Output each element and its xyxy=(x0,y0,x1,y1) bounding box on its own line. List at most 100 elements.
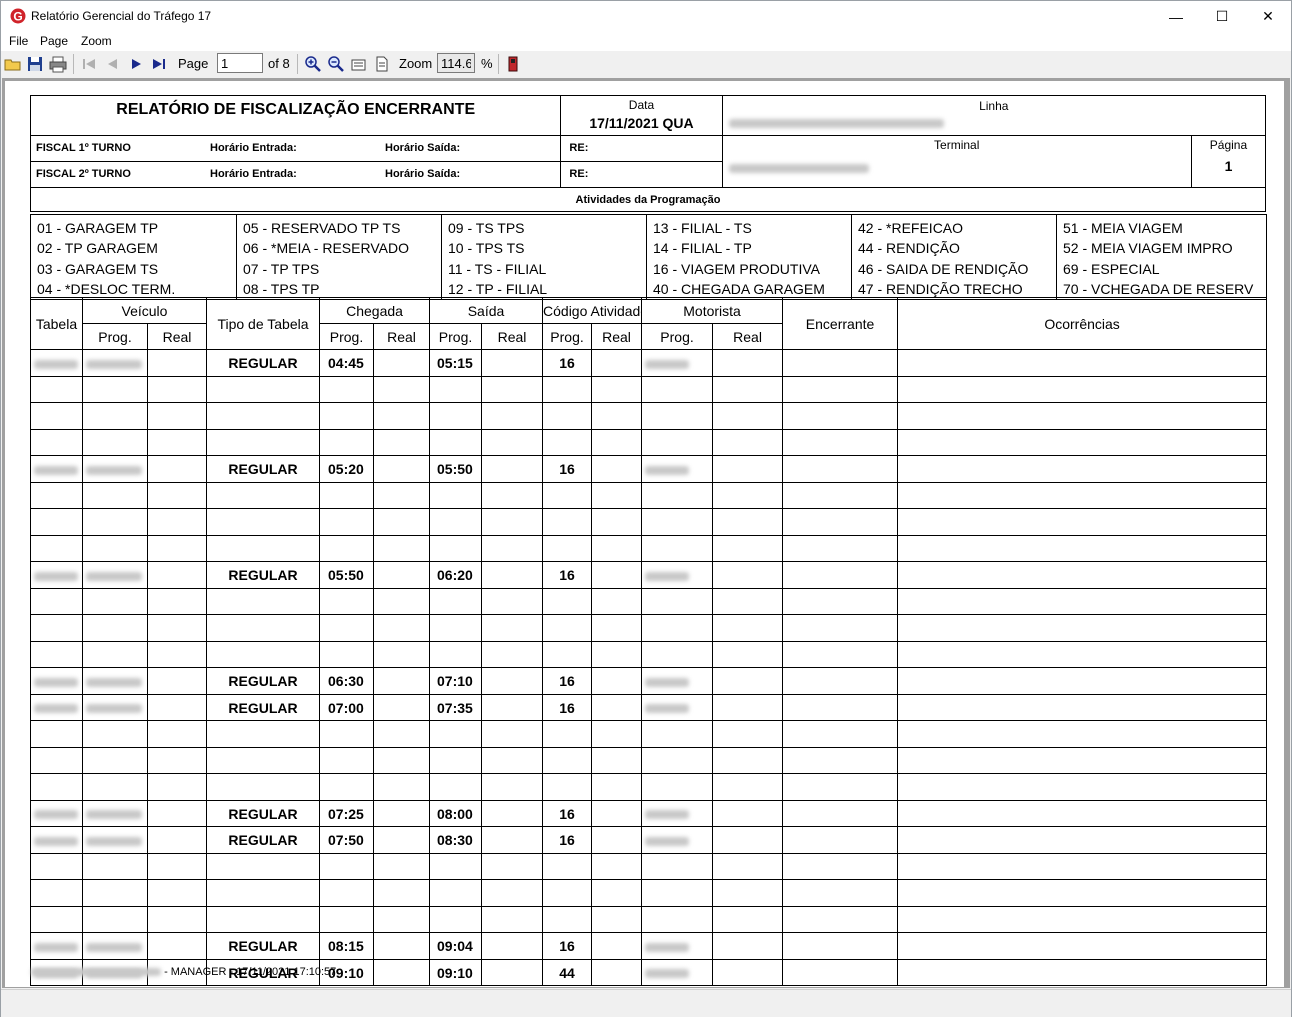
codigo-real-cell xyxy=(591,694,643,721)
motorista-real-cell xyxy=(712,667,784,695)
save-icon[interactable] xyxy=(26,55,44,73)
codigo-prog-cell xyxy=(542,906,593,933)
tabela-cell xyxy=(30,376,83,403)
activity-item: 07 - TP TPS xyxy=(243,260,320,277)
zoom-in-icon[interactable] xyxy=(304,55,322,73)
chegada-real-cell xyxy=(372,349,431,377)
encerrante-cell xyxy=(782,826,899,854)
tabela-cell xyxy=(30,906,83,933)
menu-page[interactable]: Page xyxy=(40,34,68,48)
activities-col-6: 51 - MEIA VIAGEM 52 - MEIA VIAGEM IMPRO … xyxy=(1056,213,1267,301)
chegada-prog-cell xyxy=(319,720,374,748)
pagina-value: 1 xyxy=(1224,158,1233,174)
encerrante-cell xyxy=(782,482,899,509)
codigo-real-cell xyxy=(591,826,643,854)
saida-prog-cell xyxy=(429,614,483,642)
tabela-cell xyxy=(30,720,83,748)
saida-prog-cell xyxy=(429,429,483,456)
saida-real-cell xyxy=(481,376,544,403)
ocorrencias-cell xyxy=(897,720,1268,748)
fit-width-icon[interactable] xyxy=(350,55,368,73)
saida-prog-cell xyxy=(429,535,483,562)
veiculo-prog-cell xyxy=(82,402,148,430)
menu-zoom[interactable]: Zoom xyxy=(81,34,112,48)
chegada-real-cell xyxy=(372,932,431,960)
ocorrencias-cell xyxy=(897,694,1268,721)
chegada-prog-cell: 05:50 xyxy=(319,561,374,589)
zoom-out-icon[interactable] xyxy=(327,55,345,73)
chegada-prog-cell: 05:20 xyxy=(319,455,374,483)
saida-prog-cell xyxy=(429,588,483,615)
fiscal-2-re: RE: xyxy=(560,161,723,188)
minimize-button[interactable]: — xyxy=(1153,1,1199,32)
print-icon[interactable] xyxy=(49,55,67,73)
veiculo-prog-cell xyxy=(82,614,148,642)
fiscal-1-label: FISCAL 1º TURNO xyxy=(36,142,131,154)
redacted-value xyxy=(86,836,142,846)
ocorrencias-cell xyxy=(897,561,1268,589)
motorista-prog-cell xyxy=(641,959,714,986)
codigo-prog-cell: 44 xyxy=(542,959,593,986)
codigo-prog-cell xyxy=(542,720,593,748)
tabela-cell xyxy=(30,588,83,615)
tipo-tabela-cell xyxy=(206,641,320,668)
linha-label: Linha xyxy=(979,99,1009,113)
veiculo-real-cell xyxy=(147,906,207,933)
activity-item: 09 - TS TPS xyxy=(448,220,525,236)
chegada-real-cell xyxy=(372,720,431,748)
veiculo-prog-cell xyxy=(82,879,148,907)
motorista-prog-cell xyxy=(641,482,714,509)
col-veiculo: Veículo xyxy=(82,297,207,324)
codigo-prog-cell: 16 xyxy=(542,826,593,854)
previous-page-icon[interactable] xyxy=(103,55,121,73)
activity-item: 05 - RESERVADO TP TS xyxy=(243,220,401,236)
tipo-tabela-cell: REGULAR xyxy=(206,932,320,960)
toolbar-separator xyxy=(73,54,74,74)
chegada-real-cell xyxy=(372,773,431,801)
saida-prog-cell: 05:15 xyxy=(429,349,483,377)
first-page-icon[interactable] xyxy=(80,55,98,73)
zoom-input[interactable] xyxy=(437,53,475,73)
saida-prog-cell xyxy=(429,508,483,536)
saida-prog-cell xyxy=(429,402,483,430)
motorista-real-cell xyxy=(712,906,784,933)
motorista-real-cell xyxy=(712,349,784,377)
exit-door-icon[interactable] xyxy=(504,55,522,73)
table-row xyxy=(30,906,1268,933)
motorista-prog-cell xyxy=(641,800,714,827)
codigo-real-cell xyxy=(591,800,643,827)
next-page-icon[interactable] xyxy=(127,55,145,73)
saida-prog-cell: 06:20 xyxy=(429,561,483,589)
ocorrencias-cell xyxy=(897,614,1268,642)
saida-real-cell xyxy=(481,641,544,668)
motorista-real-cell xyxy=(712,879,784,907)
open-folder-icon[interactable] xyxy=(4,55,22,73)
redacted-value xyxy=(86,677,142,687)
chegada-prog-cell: 08:15 xyxy=(319,932,374,960)
close-button[interactable]: ✕ xyxy=(1245,1,1291,32)
page-number-input[interactable] xyxy=(217,53,263,73)
maximize-button[interactable]: ☐ xyxy=(1199,1,1245,32)
full-page-icon[interactable] xyxy=(373,55,391,73)
chegada-prog-cell: 07:50 xyxy=(319,826,374,854)
last-page-icon[interactable] xyxy=(150,55,168,73)
ocorrencias-cell xyxy=(897,906,1268,933)
ocorrencias-cell xyxy=(897,482,1268,509)
saida-prog-cell xyxy=(429,376,483,403)
ocorrencias-cell xyxy=(897,773,1268,801)
menu-file[interactable]: File xyxy=(9,34,28,48)
veiculo-real-cell xyxy=(147,588,207,615)
ocorrencias-cell xyxy=(897,879,1268,907)
table-row xyxy=(30,402,1268,430)
tabela-cell xyxy=(30,826,83,854)
veiculo-real-cell xyxy=(147,535,207,562)
redacted-value xyxy=(645,836,690,846)
redacted-terminal-name xyxy=(728,164,869,173)
chegada-real-cell xyxy=(372,800,431,827)
encerrante-cell xyxy=(782,773,899,801)
saida-prog-cell xyxy=(429,482,483,509)
redacted-value xyxy=(645,810,690,820)
fiscal-1-re: RE: xyxy=(560,135,723,162)
activities-col-2: 05 - RESERVADO TP TS 06 - *MEIA - RESERV… xyxy=(236,213,442,301)
codigo-real-cell xyxy=(591,773,643,801)
